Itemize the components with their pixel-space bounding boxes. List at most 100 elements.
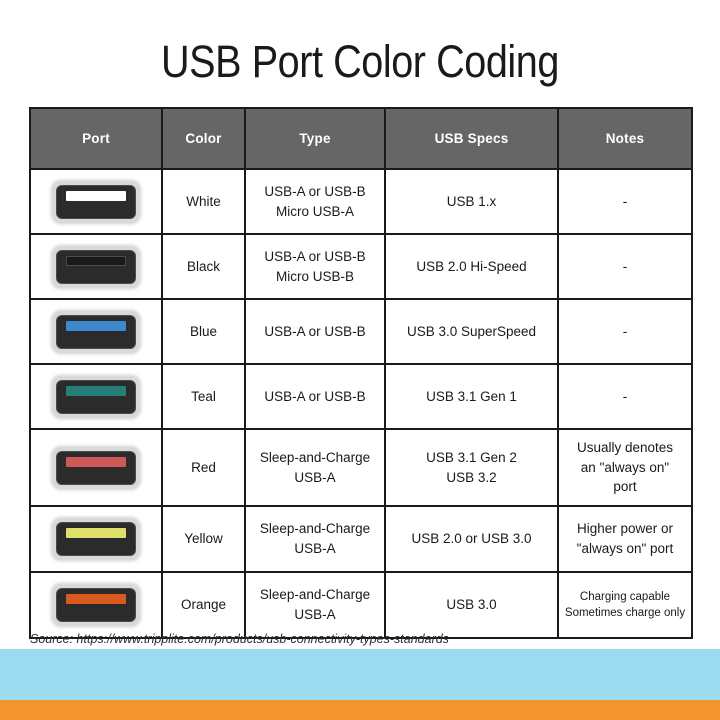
type-line-1: USB-A or USB-B (264, 248, 366, 264)
type-lines: USB-A or USB-B Micro USB-B (246, 247, 384, 286)
usb-specs-cell: USB 3.1 Gen 1 (384, 363, 559, 430)
notes-cell: Higher power or "always on" port (557, 505, 693, 573)
type-lines: Sleep-and-Charge USB-A (246, 585, 384, 624)
usb-specs-cell: USB 2.0 Hi-Speed (384, 233, 559, 300)
notes-cell: - (557, 363, 693, 430)
notes-lines: Usually denotes an "always on" port (559, 438, 691, 497)
specs-line-1: USB 2.0 or USB 3.0 (411, 531, 532, 547)
notes-lines: - (559, 257, 691, 277)
type-cell: USB-A or USB-B (244, 363, 386, 430)
type-cell: USB-A or USB-B Micro USB-A (244, 168, 386, 235)
column-header-notes: Notes (557, 107, 693, 170)
color-cell: Orange (161, 571, 246, 639)
type-line-1: Sleep-and-Charge (259, 449, 371, 465)
footer-band-orange (0, 700, 720, 720)
usb-port-teal-icon (52, 375, 140, 418)
port-color-bar (66, 456, 126, 467)
notes-line-1: - (622, 258, 628, 274)
usb-port-red-icon (52, 446, 140, 489)
specs-lines: USB 3.1 Gen 2 USB 3.2 (386, 448, 557, 487)
specs-line-1: USB 3.0 (446, 597, 497, 613)
type-line-1: USB-A or USB-B (264, 323, 366, 339)
type-cell: Sleep-and-Charge USB-A (244, 571, 386, 639)
port-color-bar (66, 255, 126, 266)
table-row: Orange Sleep-and-Charge USB-A USB 3.0 Ch… (29, 571, 693, 639)
notes-cell: - (557, 168, 693, 235)
port-color-bar (66, 385, 126, 396)
port-cell (29, 505, 163, 573)
notes-line-1: Usually denotes (576, 440, 674, 456)
type-lines: USB-A or USB-B (246, 322, 384, 342)
page-title: USB Port Color Coding (161, 36, 559, 87)
port-color-bar (66, 320, 126, 331)
notes-cell: - (557, 298, 693, 365)
usb-port-table: Port Color Type USB Specs Notes White US… (29, 107, 693, 639)
usb-port-orange-icon (52, 584, 140, 626)
port-color-bar (66, 528, 126, 538)
table-row: Black USB-A or USB-B Micro USB-B USB 2.0… (29, 233, 693, 300)
footer-band-blue (0, 649, 720, 700)
port-body (56, 379, 136, 414)
color-cell: Black (161, 233, 246, 300)
specs-line-1: USB 3.1 Gen 2 (426, 449, 517, 465)
specs-lines: USB 3.0 SuperSpeed (386, 322, 557, 342)
specs-lines: USB 2.0 Hi-Speed (386, 257, 557, 277)
table-row: Red Sleep-and-Charge USB-A USB 3.1 Gen 2… (29, 428, 693, 507)
port-cell (29, 298, 163, 365)
specs-line-2: USB 3.2 (446, 469, 497, 485)
usb-specs-cell: USB 2.0 or USB 3.0 (384, 505, 559, 573)
type-line-1: Sleep-and-Charge (259, 587, 371, 603)
usb-specs-cell: USB 3.1 Gen 2 USB 3.2 (384, 428, 559, 507)
notes-line-1: Higher power or (576, 521, 674, 537)
port-color-bar (66, 594, 126, 604)
notes-line-2: an "always on" (580, 459, 670, 475)
port-body (56, 522, 136, 556)
notes-lines: Higher power or "always on" port (559, 519, 691, 558)
notes-line-1: - (622, 193, 628, 209)
port-body (56, 450, 136, 485)
color-cell: Blue (161, 298, 246, 365)
port-cell (29, 428, 163, 507)
type-cell: USB-A or USB-B (244, 298, 386, 365)
port-cell (29, 233, 163, 300)
notes-lines: - (559, 192, 691, 212)
type-line-2: USB-A (294, 541, 336, 556)
source-caption: Source: https://www.tripplite.com/produc… (30, 632, 449, 646)
usb-port-black-icon (52, 245, 140, 288)
port-cell (29, 571, 163, 639)
notes-line-2: "always on" port (576, 541, 674, 556)
notes-line-1: - (622, 388, 628, 404)
usb-port-blue-icon (52, 310, 140, 353)
type-lines: Sleep-and-Charge USB-A (246, 519, 384, 558)
specs-line-1: USB 3.0 SuperSpeed (406, 323, 537, 339)
type-line-2: Micro USB-A (275, 203, 354, 219)
notes-line-1: Charging capable (579, 590, 671, 603)
type-lines: USB-A or USB-B (246, 387, 384, 407)
type-line-2: USB-A (294, 607, 336, 622)
notes-lines: - (559, 322, 691, 342)
notes-lines: Charging capable Sometimes charge only (559, 589, 691, 621)
usb-port-table-container: Port Color Type USB Specs Notes White US… (29, 107, 693, 639)
color-cell: Red (161, 428, 246, 507)
notes-line-2: Sometimes charge only (564, 607, 686, 619)
usb-port-yellow-icon (52, 518, 140, 560)
port-body (56, 314, 136, 349)
column-header-port: Port (29, 107, 163, 170)
specs-lines: USB 2.0 or USB 3.0 (386, 529, 557, 549)
column-header-color: Color (161, 107, 246, 170)
table-row: White USB-A or USB-B Micro USB-A USB 1.x… (29, 168, 693, 235)
table-row: Yellow Sleep-and-Charge USB-A USB 2.0 or… (29, 505, 693, 573)
table-row: Blue USB-A or USB-B USB 3.0 SuperSpeed - (29, 298, 693, 365)
notes-line-1: - (622, 323, 628, 339)
type-lines: USB-A or USB-B Micro USB-A (246, 182, 384, 221)
port-body (56, 249, 136, 284)
port-body (56, 588, 136, 622)
notes-line-3: port (613, 479, 637, 495)
color-cell: White (161, 168, 246, 235)
column-header-type: Type (244, 107, 386, 170)
specs-line-1: USB 2.0 Hi-Speed (416, 258, 527, 274)
type-line-2: USB-A (294, 469, 336, 485)
usb-specs-cell: USB 3.0 (384, 571, 559, 639)
usb-specs-cell: USB 1.x (384, 168, 559, 235)
specs-lines: USB 1.x (386, 192, 557, 212)
